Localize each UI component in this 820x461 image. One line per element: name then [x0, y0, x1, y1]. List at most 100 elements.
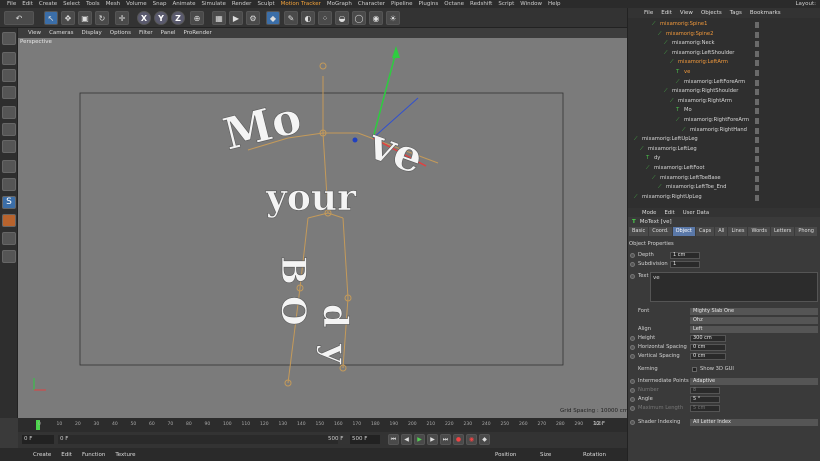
obj-menu-tags[interactable]: Tags	[726, 10, 746, 16]
tab-object[interactable]: Object	[672, 227, 695, 236]
object-row[interactable]: ⟋ mixamorig:Spine2	[628, 30, 820, 40]
snapping-icon[interactable]: S	[2, 196, 16, 209]
menu-render[interactable]: Render	[229, 0, 255, 8]
visibility-toggle[interactable]	[755, 118, 759, 124]
menu-create[interactable]: Create	[36, 0, 60, 8]
grid-icon[interactable]	[2, 232, 16, 245]
angle-anim-dot[interactable]	[630, 397, 635, 402]
rotate-tool-icon[interactable]: ↻	[95, 11, 109, 25]
object-row[interactable]: ⟋ mixamorig:Neck	[628, 39, 820, 49]
vspacing-anim-dot[interactable]	[630, 354, 635, 359]
visibility-toggle[interactable]	[755, 98, 759, 105]
height-field[interactable]: 300 cm	[690, 335, 726, 342]
menu-script[interactable]: Script	[495, 0, 517, 8]
menu-snap[interactable]: Snap	[150, 0, 170, 8]
height-anim-dot[interactable]	[630, 336, 635, 341]
x-axis-icon[interactable]: X	[137, 11, 151, 25]
hspacing-field[interactable]: 0 cm	[690, 344, 726, 351]
camera-icon[interactable]: ◉	[369, 11, 383, 25]
visibility-toggle[interactable]	[755, 127, 759, 134]
lock-workplane-icon[interactable]	[2, 214, 16, 227]
object-row[interactable]: ⟋ mixamorig:RightForeArm	[628, 116, 820, 126]
tab-words[interactable]: Words	[748, 227, 770, 236]
axis-mode-icon[interactable]	[2, 160, 16, 173]
visibility-toggle[interactable]	[755, 185, 759, 192]
tab-texture[interactable]: Texture	[110, 452, 140, 458]
spline-pen-icon[interactable]: ✎	[284, 11, 298, 25]
object-row[interactable]: Tdy	[628, 154, 820, 164]
show3d-checkbox[interactable]	[692, 367, 697, 372]
z-axis-icon[interactable]: Z	[171, 11, 185, 25]
tab-basic[interactable]: Basic	[629, 227, 649, 236]
tweak-mode-icon[interactable]	[2, 178, 16, 191]
menu-sculpt[interactable]: Sculpt	[254, 0, 277, 8]
menu-simulate[interactable]: Simulate	[199, 0, 229, 8]
menu-volume[interactable]: Volume	[123, 0, 149, 8]
edges-mode-icon[interactable]	[2, 123, 16, 136]
scale-tool-icon[interactable]: ▣	[78, 11, 92, 25]
shader-anim-dot[interactable]	[630, 420, 635, 425]
vp-menu-panel[interactable]: Panel	[157, 30, 180, 36]
menu-plugins[interactable]: Plugins	[416, 0, 442, 8]
object-row[interactable]: ⟋ mixamorig:LeftArm	[628, 58, 820, 68]
attr-menu-userdata[interactable]: User Data	[679, 210, 713, 216]
object-row[interactable]: T Mo	[628, 106, 820, 116]
vp-menu-view[interactable]: View	[24, 30, 45, 36]
undo-icon[interactable]: ↶	[4, 11, 34, 25]
angle-field[interactable]: 5 °	[690, 396, 720, 403]
visibility-toggle[interactable]	[755, 156, 759, 163]
tab-lines[interactable]: Lines	[728, 227, 748, 236]
visibility-toggle[interactable]	[755, 60, 759, 67]
select-arrow-icon[interactable]: ↖	[44, 11, 58, 25]
align-select[interactable]: Left	[690, 326, 818, 333]
light-icon[interactable]: ☀	[386, 11, 400, 25]
vp-menu-prorender[interactable]: ProRender	[180, 30, 216, 36]
tab-phong[interactable]: Phong	[795, 227, 817, 236]
number-field[interactable]: 8	[690, 387, 720, 394]
obj-menu-view[interactable]: View	[676, 10, 697, 16]
ip-anim-dot[interactable]	[630, 379, 635, 384]
text-input[interactable]: ve	[650, 272, 818, 302]
menu-window[interactable]: Window	[517, 0, 545, 8]
environment-icon[interactable]: ◯	[352, 11, 366, 25]
tab-function[interactable]: Function	[77, 452, 110, 458]
prev-key-icon[interactable]: ◀	[401, 434, 412, 445]
vspacing-field[interactable]: 0 cm	[690, 353, 726, 360]
render-picture-icon[interactable]: ▶	[229, 11, 243, 25]
object-row[interactable]: ⟋ mixamorig:LeftLeg	[628, 145, 820, 155]
object-row[interactable]: ⟋ mixamorig:RightShoulder	[628, 87, 820, 97]
menu-file[interactable]: File	[4, 0, 19, 8]
record-icon[interactable]: ●	[453, 434, 464, 445]
visibility-toggle[interactable]	[755, 89, 759, 96]
menu-character[interactable]: Character	[355, 0, 388, 8]
maxlen-anim-dot[interactable]	[630, 406, 635, 411]
object-row[interactable]: Tve	[628, 68, 820, 78]
hspacing-anim-dot[interactable]	[630, 345, 635, 350]
object-row[interactable]: ⟋ mixamorig:LeftUpLeg	[628, 135, 820, 145]
depth-anim-dot[interactable]	[630, 253, 635, 258]
depth-field[interactable]: 1 cm	[670, 252, 700, 259]
vp-menu-options[interactable]: Options	[106, 30, 135, 36]
object-row[interactable]: ⟋ mixamorig:LeftToeBase	[628, 174, 820, 184]
visibility-toggle[interactable]	[755, 31, 759, 38]
visibility-toggle[interactable]	[755, 166, 759, 172]
subdivision-field[interactable]: 1	[670, 261, 700, 268]
keyframe-selection-icon[interactable]: ◆	[479, 434, 490, 445]
menu-help[interactable]: Help	[545, 0, 564, 8]
visibility-toggle[interactable]	[755, 175, 759, 182]
visibility-toggle[interactable]	[755, 194, 759, 201]
coordinate-system-icon[interactable]: ⊕	[190, 11, 204, 25]
object-row[interactable]: ⟋ mixamorig:Spine1	[628, 20, 820, 30]
goto-end-icon[interactable]: ⏭	[440, 434, 451, 445]
visibility-toggle[interactable]	[755, 146, 759, 153]
object-row[interactable]: ⟋ mixamorig:RightUpLeg	[628, 193, 820, 203]
ip-select[interactable]: Adaptive	[690, 378, 818, 385]
last-tool-icon[interactable]: ✛	[115, 11, 129, 25]
visibility-toggle[interactable]	[755, 70, 759, 76]
subdiv-anim-dot[interactable]	[630, 262, 635, 267]
vp-menu-cameras[interactable]: Cameras	[45, 30, 77, 36]
menu-pipeline[interactable]: Pipeline	[388, 0, 416, 8]
font-style-select[interactable]: Ohz	[690, 317, 818, 324]
object-row[interactable]: ⟋ mixamorig:LeftToe_End	[628, 183, 820, 193]
menu-mesh[interactable]: Mesh	[103, 0, 123, 8]
